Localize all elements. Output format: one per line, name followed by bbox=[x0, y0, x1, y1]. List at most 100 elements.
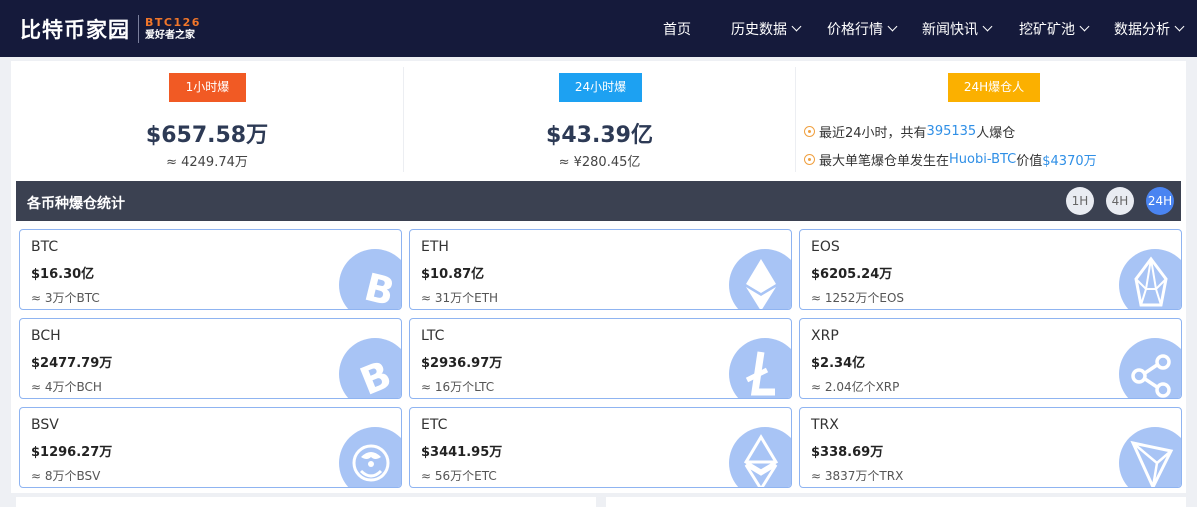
coin-card-bch[interactable]: BCH $2477.79万 ≈ 4万个BCH B bbox=[19, 318, 402, 399]
info-bullet-icon bbox=[804, 126, 815, 137]
coin-quantity: ≈ 4万个BCH bbox=[31, 380, 102, 394]
badge-1h-liquidation: 1小时爆仓 bbox=[169, 73, 246, 123]
logo-slogan: 爱好者之家 bbox=[145, 30, 195, 41]
nav-mining-pools-label: 挖矿矿池 bbox=[1019, 21, 1075, 38]
coin-symbol: ETC bbox=[421, 417, 448, 433]
tron-icon bbox=[1119, 427, 1181, 487]
nav-home-label: 首页 bbox=[663, 21, 691, 38]
logo-divider bbox=[138, 15, 139, 43]
nav-data-analysis[interactable]: 数据分析 bbox=[1114, 0, 1185, 57]
site-logo[interactable]: 比特币家园 BTC126 爱好者之家 bbox=[20, 14, 201, 44]
summary-24h: 24小时爆仓 $43.39亿 ≈ ¥280.45亿 bbox=[404, 61, 795, 178]
largest-exchange-link[interactable]: Huobi-BTC bbox=[949, 152, 1016, 167]
next-section-left bbox=[16, 497, 596, 507]
timeframe-24h-button[interactable]: 24H bbox=[1146, 187, 1174, 215]
litecoin-icon bbox=[729, 338, 791, 398]
coin-card-trx[interactable]: TRX $338.69万 ≈ 3837万个TRX bbox=[799, 407, 1182, 488]
nav-data-analysis-label: 数据分析 bbox=[1114, 21, 1170, 38]
chevron-down-icon bbox=[982, 21, 993, 31]
info-bullet-icon bbox=[804, 154, 815, 165]
nav-price-quotes-label: 价格行情 bbox=[827, 21, 883, 38]
timeframe-4h-button[interactable]: 4H bbox=[1106, 187, 1134, 215]
coin-card-ltc[interactable]: LTC $2936.97万 ≈ 16万个LTC bbox=[409, 318, 792, 399]
coin-symbol: EOS bbox=[811, 239, 840, 255]
coin-amount: $2477.79万 bbox=[31, 356, 113, 371]
amount-24h-converted: ≈ ¥280.45亿 bbox=[558, 155, 641, 170]
info-text: 人爆仓 bbox=[976, 126, 1016, 141]
amount-1h: $657.58万 bbox=[145, 123, 269, 148]
coin-amount: $6205.24万 bbox=[811, 267, 893, 282]
coin-quantity: ≈ 3万个BTC bbox=[31, 291, 100, 305]
ethereum-icon bbox=[729, 249, 791, 309]
eos-icon bbox=[1119, 249, 1181, 309]
amount-24h: $43.39亿 bbox=[546, 123, 653, 148]
ethereum-classic-icon bbox=[729, 427, 791, 487]
nav-history-data[interactable]: 历史数据 bbox=[731, 0, 802, 57]
nav-news-flash[interactable]: 新闻快讯 bbox=[922, 0, 993, 57]
bitcoin-sv-icon bbox=[339, 427, 401, 487]
badge-24h-people: 24H爆仓人数 bbox=[948, 73, 1040, 123]
stats-header: 各币种爆仓统计 1H 4H 24H bbox=[16, 181, 1181, 221]
coin-quantity: ≈ 2.04亿个XRP bbox=[811, 380, 900, 394]
coin-quantity: ≈ 8万个BSV bbox=[31, 469, 101, 483]
info-text: 价值 bbox=[1016, 154, 1043, 169]
logo-sub: BTC126 爱好者之家 bbox=[145, 16, 201, 42]
coin-symbol: LTC bbox=[421, 328, 445, 344]
nav-history-data-label: 历史数据 bbox=[731, 21, 787, 38]
nav-mining-pools[interactable]: 挖矿矿池 bbox=[1019, 0, 1090, 57]
top-navbar: 比特币家园 BTC126 爱好者之家 首页 历史数据 价格行情 新闻快讯 挖矿矿… bbox=[0, 0, 1197, 57]
badge-24h-liquidation: 24小时爆仓 bbox=[559, 73, 642, 123]
nav-news-flash-label: 新闻快讯 bbox=[922, 21, 978, 38]
stats-title: 各币种爆仓统计 bbox=[27, 196, 125, 212]
info-text: 最大单笔爆仓单发生在 bbox=[819, 154, 950, 169]
info-text: 最近24小时，共有 bbox=[819, 126, 927, 141]
coin-amount: $338.69万 bbox=[811, 445, 884, 460]
liquidation-summary: 1小时爆仓 $657.58万 ≈ 4249.74万 24小时爆仓 $43.39亿… bbox=[11, 61, 1186, 178]
coin-symbol: BTC bbox=[31, 239, 59, 255]
info-line-people: 最近24小时，共有 395135 人爆仓 bbox=[804, 122, 1015, 141]
chevron-down-icon bbox=[1079, 21, 1090, 31]
next-section-right bbox=[606, 497, 1186, 507]
coin-amount: $10.87亿 bbox=[421, 267, 485, 282]
nav-price-quotes[interactable]: 价格行情 bbox=[827, 0, 898, 57]
coin-card-bsv[interactable]: BSV $1296.27万 ≈ 8万个BSV bbox=[19, 407, 402, 488]
coin-amount: $1296.27万 bbox=[31, 445, 113, 460]
chevron-down-icon bbox=[1174, 21, 1185, 31]
coin-quantity: ≈ 3837万个TRX bbox=[811, 469, 904, 483]
largest-value: $4370万 bbox=[1042, 154, 1097, 169]
ripple-icon bbox=[1119, 338, 1181, 398]
chevron-down-icon bbox=[887, 21, 898, 31]
summary-24h-people: 24H爆仓人数 最近24小时，共有 395135 人爆仓 最大单笔爆仓单发生在 Huo… bbox=[796, 61, 1186, 178]
chevron-down-icon bbox=[791, 21, 802, 31]
people-count: 395135 bbox=[926, 124, 977, 139]
summary-1h: 1小时爆仓 $657.58万 ≈ 4249.74万 bbox=[11, 61, 403, 178]
coin-amount: $16.30亿 bbox=[31, 267, 95, 282]
coin-symbol: TRX bbox=[811, 417, 839, 433]
coin-card-xrp[interactable]: XRP $2.34亿 ≈ 2.04亿个XRP bbox=[799, 318, 1182, 399]
amount-1h-converted: ≈ 4249.74万 bbox=[166, 155, 248, 170]
coin-card-eos[interactable]: EOS $6205.24万 ≈ 1252万个EOS bbox=[799, 229, 1182, 310]
coin-liquidation-stats: 各币种爆仓统计 1H 4H 24H BTC $16.30亿 ≈ 3万个BTC B… bbox=[11, 178, 1186, 493]
info-line-largest: 最大单笔爆仓单发生在 Huobi-BTC 价值 $4370万 bbox=[804, 150, 1097, 169]
coin-quantity: ≈ 56万个ETC bbox=[421, 469, 497, 483]
coin-quantity: ≈ 31万个ETH bbox=[421, 291, 499, 305]
logo-code: BTC126 bbox=[145, 16, 201, 29]
nav-home[interactable]: 首页 bbox=[663, 0, 691, 57]
bitcoin-icon: B bbox=[339, 249, 401, 310]
coin-card-eth[interactable]: ETH $10.87亿 ≈ 31万个ETH bbox=[409, 229, 792, 310]
logo-text: 比特币家园 bbox=[20, 18, 130, 42]
svg-text:B: B bbox=[354, 352, 397, 399]
coin-symbol: BCH bbox=[31, 328, 61, 344]
coin-quantity: ≈ 16万个LTC bbox=[421, 380, 495, 394]
coin-card-etc[interactable]: ETC $3441.95万 ≈ 56万个ETC bbox=[409, 407, 792, 488]
coin-amount: $2936.97万 bbox=[421, 356, 503, 371]
coin-symbol: ETH bbox=[421, 239, 449, 255]
coin-symbol: BSV bbox=[31, 417, 59, 433]
coin-quantity: ≈ 1252万个EOS bbox=[811, 291, 905, 305]
svg-text:B: B bbox=[360, 265, 399, 310]
timeframe-1h-button[interactable]: 1H bbox=[1066, 187, 1094, 215]
coin-card-btc[interactable]: BTC $16.30亿 ≈ 3万个BTC B bbox=[19, 229, 402, 310]
coin-symbol: XRP bbox=[811, 328, 839, 344]
coin-amount: $3441.95万 bbox=[421, 445, 503, 460]
bitcoin-cash-icon: B bbox=[339, 338, 401, 399]
